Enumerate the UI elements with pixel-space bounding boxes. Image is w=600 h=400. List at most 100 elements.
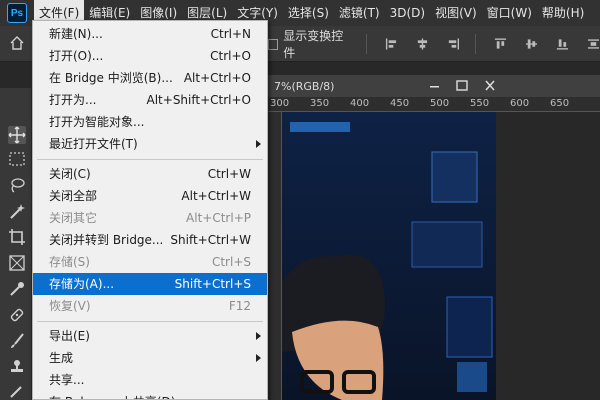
- align-left-icon[interactable]: [385, 37, 398, 51]
- menu-item-shortcut: Ctrl+W: [207, 167, 251, 181]
- menu-item-label: 恢复(V): [49, 299, 91, 313]
- align-top-icon[interactable]: [494, 37, 507, 51]
- menu-item-share-behance[interactable]: 在 Behance 上共享(D)...: [33, 391, 267, 399]
- ruler-label: 450: [390, 98, 410, 109]
- options-divider: [365, 34, 367, 54]
- menu-item-shortcut: Shift+Ctrl+W: [170, 233, 251, 247]
- lasso-tool-icon[interactable]: [8, 176, 26, 194]
- menu-item-label: 打开(O)...: [49, 49, 104, 63]
- submenu-arrow-icon: [256, 354, 261, 362]
- menu-item-label: 在 Behance 上共享(D)...: [49, 391, 187, 399]
- menu-item-shortcut: Alt+Ctrl+W: [181, 189, 251, 203]
- align-right-icon[interactable]: [447, 37, 460, 51]
- menu-item-open-smart-object[interactable]: 打开为智能对象...: [33, 111, 267, 133]
- menu-item-close-go-bridge[interactable]: 关闭并转到 Bridge... Shift+Ctrl+W: [33, 229, 267, 251]
- menu-item-label: 生成: [49, 351, 74, 365]
- maximize-icon[interactable]: [450, 77, 474, 95]
- menu-view[interactable]: 视图(V): [430, 0, 482, 26]
- menu-item-shortcut: Ctrl+S: [211, 255, 251, 269]
- menu-item-label: 在 Bridge 中浏览(B)...: [49, 71, 173, 85]
- frame-tool-icon[interactable]: [8, 254, 26, 272]
- crop-tool-icon[interactable]: [8, 228, 26, 246]
- photoshop-logo-icon: Ps: [7, 3, 27, 23]
- align-center-icon[interactable]: [416, 37, 429, 51]
- menu-item-shortcut: Ctrl+O: [210, 49, 251, 63]
- menu-item-generate[interactable]: 生成: [33, 347, 267, 369]
- ruler-label: 400: [350, 98, 370, 109]
- marquee-tool-icon[interactable]: [8, 150, 26, 168]
- menu-item-label: 最近打开文件(T): [49, 137, 138, 151]
- menu-item-shortcut: Alt+Ctrl+O: [183, 71, 251, 85]
- show-transform-label: 显示变换控件: [283, 29, 344, 60]
- brush-tool-icon[interactable]: [8, 332, 26, 350]
- move-tool-icon[interactable]: [8, 126, 26, 144]
- ruler-label: 350: [310, 98, 330, 109]
- show-transform-checkbox[interactable]: [268, 38, 279, 50]
- ruler-label: 500: [430, 98, 450, 109]
- menu-item-close[interactable]: 关闭(C) Ctrl+W: [33, 163, 267, 185]
- vertical-ruler: [268, 112, 282, 400]
- submenu-arrow-icon: [256, 140, 261, 148]
- menu-select[interactable]: 选择(S): [283, 0, 334, 26]
- minimize-icon[interactable]: [422, 77, 446, 95]
- align-bottom-icon[interactable]: [556, 37, 569, 51]
- menu-item-shortcut: Alt+Ctrl+P: [186, 211, 251, 225]
- eyedropper-icon[interactable]: [8, 280, 26, 298]
- menu-item-label: 打开为...: [49, 93, 97, 107]
- ruler-label: 550: [470, 98, 490, 109]
- distribute-icon[interactable]: [587, 37, 600, 51]
- horizontal-ruler: 300 350 400 450 500 550 600 650: [268, 97, 600, 112]
- submenu-arrow-icon: [256, 332, 261, 340]
- align-middle-icon[interactable]: [525, 37, 538, 51]
- file-menu-dropdown: 新建(N)... Ctrl+N 打开(O)... Ctrl+O 在 Bridge…: [32, 20, 268, 400]
- history-brush-icon[interactable]: [8, 382, 26, 400]
- menu-item-new[interactable]: 新建(N)... Ctrl+N: [33, 23, 267, 45]
- menu-item-label: 关闭其它: [49, 211, 98, 225]
- menu-item-recent-files[interactable]: 最近打开文件(T): [33, 133, 267, 155]
- healing-brush-icon[interactable]: [8, 306, 26, 324]
- menu-item-open[interactable]: 打开(O)... Ctrl+O: [33, 45, 267, 67]
- ruler-label: 600: [510, 98, 530, 109]
- menu-window[interactable]: 窗口(W): [482, 0, 537, 26]
- menu-item-label: 关闭全部: [49, 189, 98, 203]
- ruler-label: 300: [270, 98, 290, 109]
- menu-item-label: 新建(N)...: [49, 27, 103, 41]
- document-canvas[interactable]: [282, 112, 496, 400]
- menu-item-shortcut: Alt+Shift+Ctrl+O: [146, 93, 251, 107]
- menu-item-label: 关闭(C): [49, 167, 91, 181]
- menu-item-shortcut: Ctrl+N: [210, 27, 251, 41]
- magic-wand-icon[interactable]: [8, 202, 26, 220]
- menu-item-save-as[interactable]: 存储为(A)... Shift+Ctrl+S: [33, 273, 267, 295]
- stamp-tool-icon[interactable]: [8, 358, 26, 376]
- menu-item-export[interactable]: 导出(E): [33, 325, 267, 347]
- options-divider: [475, 34, 477, 54]
- menu-item-browse-bridge[interactable]: 在 Bridge 中浏览(B)... Alt+Ctrl+O: [33, 67, 267, 89]
- menu-item-open-as[interactable]: 打开为... Alt+Shift+Ctrl+O: [33, 89, 267, 111]
- pasteboard: [496, 112, 600, 400]
- menu-item-share[interactable]: 共享...: [33, 369, 267, 391]
- menu-item-shortcut: Shift+Ctrl+S: [174, 277, 251, 291]
- menu-filter[interactable]: 滤镜(T): [334, 0, 385, 26]
- menu-item-label: 关闭并转到 Bridge...: [49, 233, 164, 247]
- document-tab[interactable]: 7%(RGB/8): [268, 75, 600, 97]
- menu-3d[interactable]: 3D(D): [385, 0, 430, 26]
- menu-separator: [33, 317, 267, 325]
- document-title: 7%(RGB/8): [274, 79, 335, 93]
- menu-item-label: 打开为智能对象...: [49, 115, 145, 129]
- ruler-label: 650: [550, 98, 570, 109]
- canvas-artwork: [282, 112, 496, 400]
- menu-item-label: 存储为(A)...: [49, 277, 115, 291]
- menu-item-close-others: 关闭其它 Alt+Ctrl+P: [33, 207, 267, 229]
- close-icon[interactable]: [478, 77, 502, 95]
- menu-item-save: 存储(S) Ctrl+S: [33, 251, 267, 273]
- menu-item-shortcut: F12: [228, 299, 251, 313]
- home-icon[interactable]: [10, 36, 24, 50]
- menu-separator: [33, 155, 267, 163]
- menu-item-label: 共享...: [49, 373, 85, 387]
- menu-help[interactable]: 帮助(H): [537, 0, 589, 26]
- tools-panel: [0, 88, 32, 400]
- menu-item-label: 导出(E): [49, 329, 90, 343]
- menu-item-label: 存储(S): [49, 255, 90, 269]
- menu-item-close-all[interactable]: 关闭全部 Alt+Ctrl+W: [33, 185, 267, 207]
- menu-item-revert: 恢复(V) F12: [33, 295, 267, 317]
